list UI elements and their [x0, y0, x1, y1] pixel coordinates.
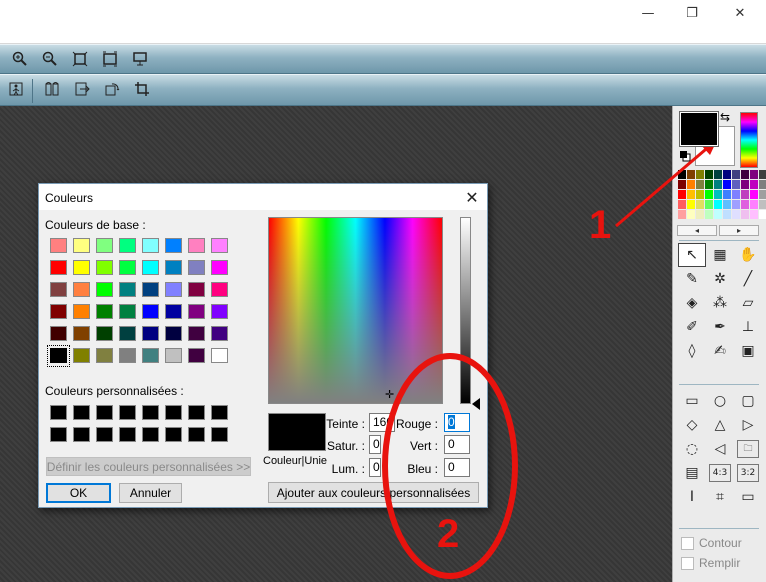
- annotation-arrow-line: [615, 142, 713, 228]
- annotation-label-2: 2: [437, 512, 460, 556]
- foreground-color-swatch[interactable]: [680, 112, 718, 146]
- annotation-label-1: 1: [589, 203, 612, 247]
- annotation-overlay: [382, 138, 718, 579]
